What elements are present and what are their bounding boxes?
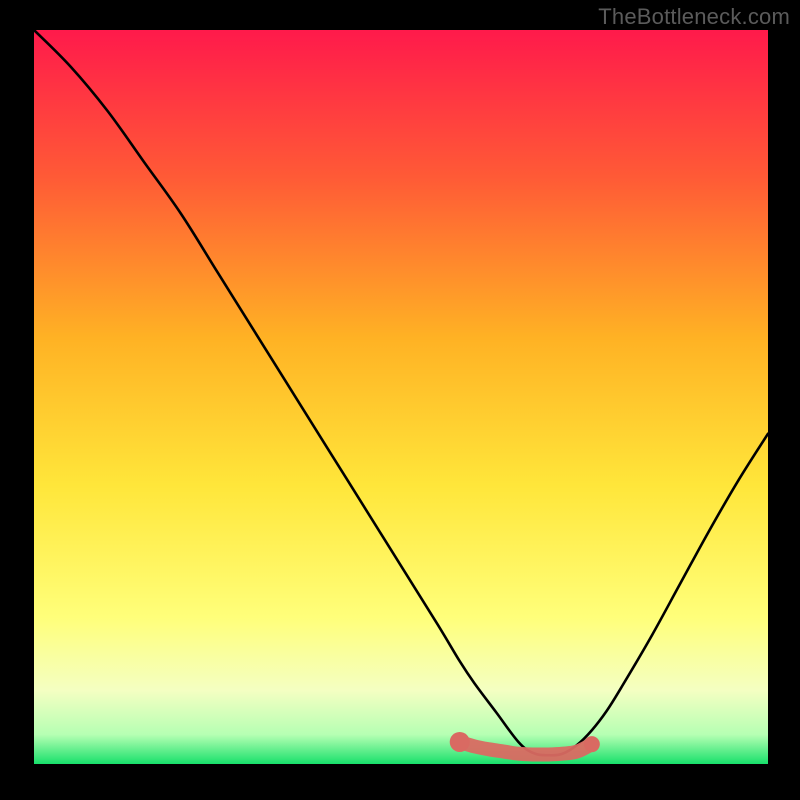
range-start-dot: [450, 732, 470, 752]
watermark-text: TheBottleneck.com: [598, 4, 790, 30]
chart-frame: { "watermark": "TheBottleneck.com", "col…: [0, 0, 800, 800]
range-end-dot: [584, 736, 600, 752]
chart-svg: [34, 30, 768, 764]
gradient-background: [34, 30, 768, 764]
bottleneck-chart: [34, 30, 768, 764]
